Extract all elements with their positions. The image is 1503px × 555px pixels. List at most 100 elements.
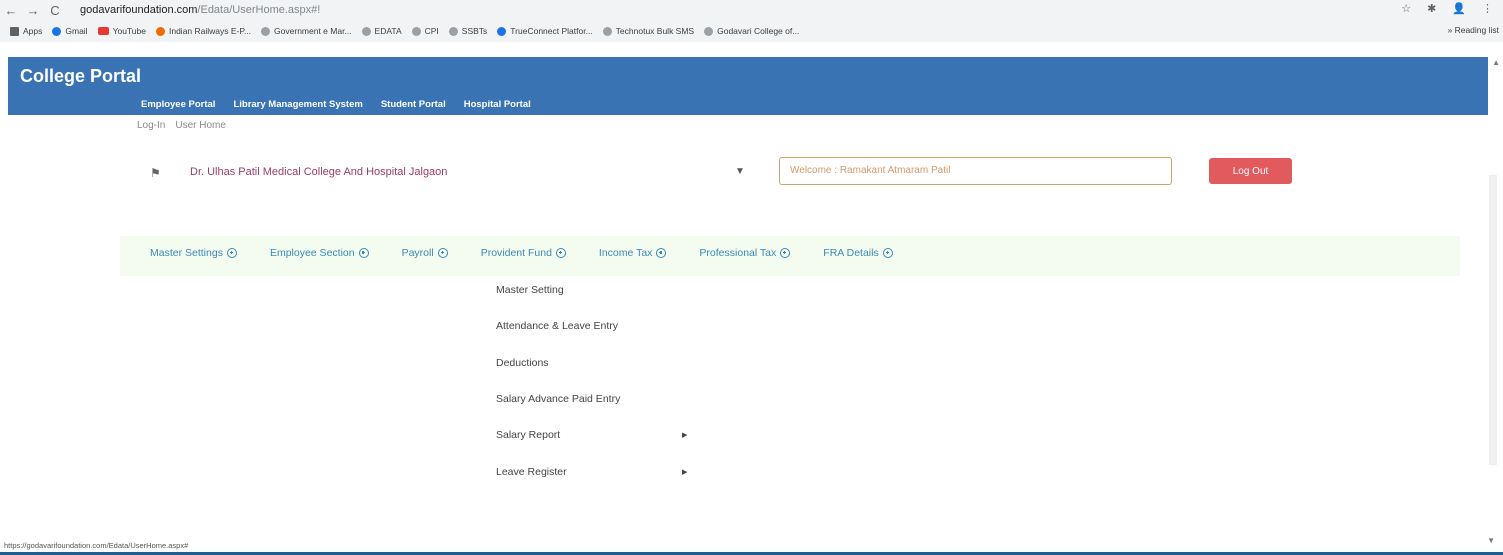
globe-icon (361, 26, 371, 36)
menu-label: Employee Section (269, 247, 355, 259)
flag-icon: ⚑ (150, 166, 161, 180)
reload-icon[interactable]: C (44, 3, 66, 18)
dropdown-item-label: Attendance & Leave Entry (496, 320, 618, 333)
plus-circle-icon (780, 248, 791, 258)
browser-nav-row: ← → C godavarifoundation.com/Edata/UserH… (0, 0, 1503, 20)
menu-label: Professional Tax (699, 247, 777, 259)
address-bar[interactable]: godavarifoundation.com/Edata/UserHome.as… (80, 4, 320, 16)
bookmark-label: SSBTs (461, 26, 488, 36)
apps-grid-icon (10, 26, 19, 36)
menu-fra-details[interactable]: FRA Details (823, 247, 893, 259)
chevron-down-icon[interactable]: ▼ (735, 166, 745, 177)
menu-kebab-icon[interactable]: ⋮ (1482, 2, 1493, 15)
scroll-up-arrow[interactable]: ▲ (1492, 58, 1500, 67)
status-bar-url: https://godavarifoundation.com/Edata/Use… (4, 541, 189, 550)
scrollbar-track[interactable] (1489, 175, 1497, 465)
back-icon[interactable]: ← (0, 3, 22, 18)
dropdown-item-label: Deductions (496, 356, 549, 369)
scroll-down-arrow[interactable]: ▼ (1487, 536, 1495, 545)
menu-income-tax[interactable]: Income Tax (599, 247, 667, 259)
browser-chrome: ← → C godavarifoundation.com/Edata/UserH… (0, 0, 1503, 42)
main-menu: Master Settings Employee Section Payroll… (150, 247, 926, 259)
nav-student-portal[interactable]: Student Portal (381, 99, 446, 110)
dropdown-item-attendance-leave[interactable]: Attendance & Leave Entry (484, 308, 710, 344)
gmail-icon (52, 26, 62, 36)
bookmark-gem[interactable]: Government e Mar... (261, 26, 352, 36)
youtube-icon (97, 27, 109, 35)
more-bookmarks-icon[interactable]: » (1447, 25, 1452, 35)
globe-icon (448, 26, 458, 36)
bookmark-label: Indian Railways E-P... (168, 26, 252, 36)
dropdown-item-deductions[interactable]: Deductions (484, 345, 710, 381)
gem-icon (261, 26, 271, 36)
trueconnect-icon (497, 26, 507, 36)
nav-library-management[interactable]: Library Management System (233, 99, 362, 110)
welcome-field[interactable]: Welcome : Ramakant Atmaram Patil (779, 157, 1172, 185)
globe-icon (411, 26, 421, 36)
bookmark-label: YouTube (112, 26, 146, 36)
menu-employee-section[interactable]: Employee Section (270, 247, 369, 259)
dropdown-item-salary-report[interactable]: Salary Report ▶ (484, 417, 710, 453)
college-select[interactable]: Dr. Ulhas Patil Medical College And Hosp… (190, 166, 447, 178)
dropdown-item-master-setting[interactable]: Master Setting (484, 272, 710, 308)
bookmark-technotux[interactable]: Technotux Bulk SMS (602, 26, 695, 36)
bookmark-godavari[interactable]: Godavari College of... (704, 26, 799, 36)
star-icon[interactable]: ☆ (1401, 2, 1411, 15)
bookmark-label: EDATA (374, 26, 402, 36)
bookmark-label: Apps (23, 26, 43, 36)
bookmark-label: TrueConnect Platfor... (510, 26, 593, 36)
profile-icon[interactable]: 👤 (1452, 2, 1466, 15)
bookmark-youtube[interactable]: YouTube (97, 26, 146, 36)
menu-payroll[interactable]: Payroll (402, 247, 448, 259)
extensions-icon[interactable]: ✱ (1427, 2, 1436, 15)
plus-circle-icon (656, 248, 667, 258)
plus-circle-icon (358, 248, 369, 258)
logout-button[interactable]: Log Out (1209, 158, 1292, 184)
bookmark-gmail[interactable]: Gmail (52, 26, 88, 36)
menu-professional-tax[interactable]: Professional Tax (699, 247, 791, 259)
caret-right-icon: ▶ (682, 468, 688, 476)
bookmark-label: Government e Mar... (274, 26, 352, 36)
breadcrumb-user-home[interactable]: User Home (175, 120, 226, 131)
plus-circle-icon (226, 248, 237, 258)
plus-circle-icon (437, 248, 448, 258)
menu-label: Income Tax (598, 247, 653, 259)
nav-hospital-portal[interactable]: Hospital Portal (464, 99, 531, 110)
bookmark-railways[interactable]: Indian Railways E-P... (155, 26, 252, 36)
dropdown-item-label: Leave Register (496, 465, 567, 478)
globe-icon (704, 26, 714, 36)
bookmarks-bar: Apps Gmail YouTube Indian Railways E-P..… (0, 21, 1503, 41)
menu-label: Payroll (401, 247, 434, 259)
railways-icon (155, 26, 165, 36)
menu-master-settings[interactable]: Master Settings (150, 247, 237, 259)
bookmark-label: Godavari College of... (717, 26, 800, 36)
caret-right-icon: ▶ (682, 432, 688, 440)
bookmark-label: CPI (424, 26, 439, 36)
bookmark-ssbts[interactable]: SSBTs (448, 26, 488, 36)
dropdown-item-salary-advance[interactable]: Salary Advance Paid Entry (484, 381, 710, 417)
url-domain: godavarifoundation.com (80, 4, 198, 16)
nav-employee-portal[interactable]: Employee Portal (141, 99, 215, 110)
menu-label: FRA Details (823, 247, 879, 259)
globe-icon (602, 26, 612, 36)
menu-label: Master Settings (150, 247, 223, 259)
dropdown-item-label: Salary Advance Paid Entry (496, 393, 621, 406)
bookmark-trueconnect[interactable]: TrueConnect Platfor... (497, 26, 593, 36)
menu-label: Provident Fund (480, 247, 552, 259)
url-path: /Edata/UserHome.aspx#! (197, 4, 321, 16)
plus-circle-icon (882, 248, 893, 258)
bookmark-label: Technotux Bulk SMS (615, 26, 695, 36)
plus-circle-icon (555, 248, 566, 258)
dropdown-item-label: Salary Report (496, 429, 561, 442)
breadcrumb-login[interactable]: Log-In (137, 120, 165, 131)
dropdown-item-leave-register[interactable]: Leave Register ▶ (484, 453, 710, 489)
site-brand[interactable]: College Portal (20, 66, 141, 87)
bookmark-apps[interactable]: Apps (10, 26, 42, 36)
bookmark-cpi[interactable]: CPI (411, 26, 439, 36)
menu-provident-fund[interactable]: Provident Fund (481, 247, 566, 259)
reading-list[interactable]: » Reading list (1447, 25, 1499, 35)
bookmark-edata[interactable]: EDATA (361, 26, 402, 36)
forward-icon[interactable]: → (22, 3, 44, 18)
bookmark-label: Gmail (65, 26, 88, 36)
site-header: College Portal Employee Portal Library M… (8, 57, 1488, 115)
